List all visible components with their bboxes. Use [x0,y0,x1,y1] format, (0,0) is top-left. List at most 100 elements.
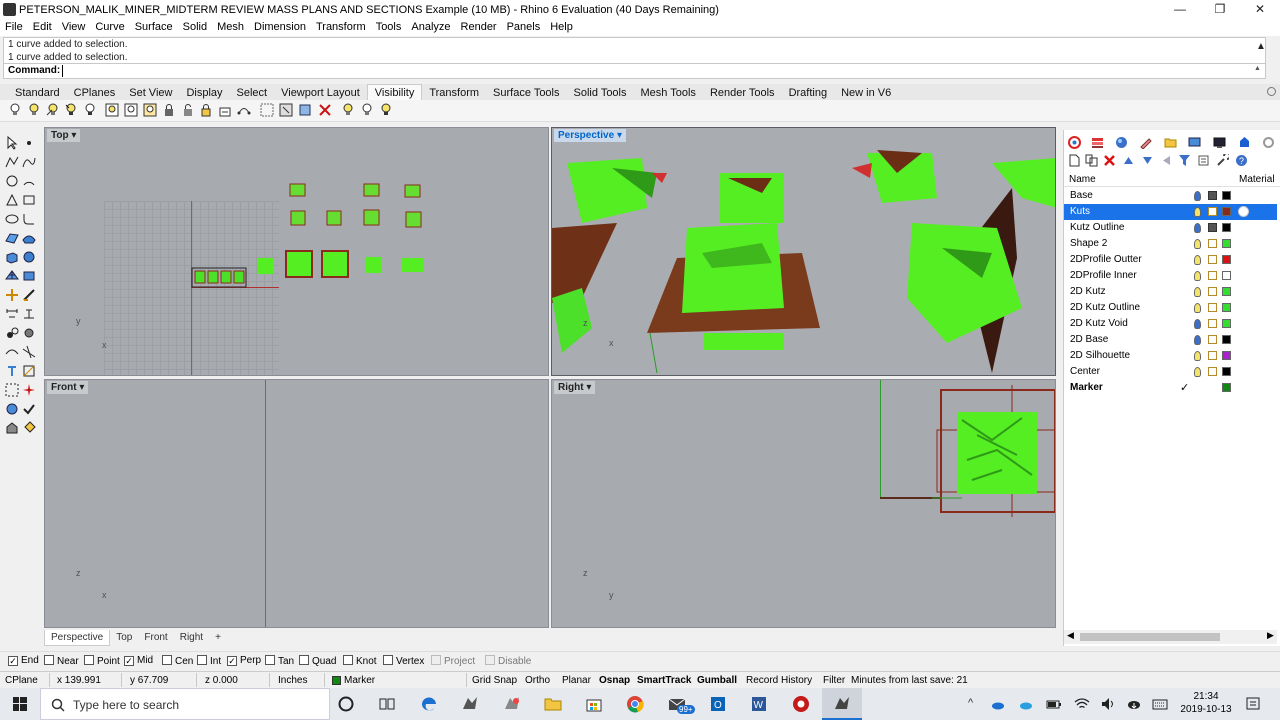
osnap-cen[interactable]: Cen [162,655,193,667]
lock-swap-icon[interactable] [199,103,213,117]
vp-tab-right[interactable]: Right [174,630,209,645]
layer-lock-icon[interactable] [1208,239,1217,248]
viewport-title-front[interactable]: Front ▾ [47,381,89,394]
layer-visibility-bulb-icon[interactable] [1194,367,1201,377]
show-hidden-icons-chevron-icon[interactable]: ^ [968,697,973,709]
battery-icon[interactable] [1046,696,1062,712]
monitor-tab-icon[interactable] [1213,136,1226,149]
boolean-icon[interactable] [22,364,36,378]
folder-tab-icon[interactable] [1164,136,1177,149]
tab-viewport-layout[interactable]: Viewport Layout [274,85,367,101]
show-points-icon[interactable] [279,103,293,117]
checkbox[interactable] [84,655,94,665]
taskbar-search-box[interactable]: Type here to search [40,688,330,720]
smarttrack-toggle[interactable]: SmartTrack [637,675,691,686]
cloud-download-icon[interactable] [1126,696,1142,712]
tab-new-in-v6[interactable]: New in V6 [834,85,898,101]
viewport-right[interactable]: z y Right ▾ [551,379,1056,628]
cortana-icon[interactable] [336,694,356,714]
scroll-down-icon[interactable]: ▲ [1252,65,1263,77]
layers-tab-icon[interactable] [1091,136,1104,149]
help-icon[interactable]: ? [1235,154,1248,167]
layer-visibility-bulb-icon[interactable] [1194,287,1201,297]
layer-row[interactable]: 2D Kutz Outline [1064,300,1277,316]
scroll-left-icon[interactable]: ◀ [1067,630,1074,641]
layer-visibility-bulb-icon[interactable] [1194,207,1201,217]
tab-display[interactable]: Display [179,85,229,101]
checkbox[interactable]: ✓ [124,656,134,666]
windows-start-icon[interactable] [0,688,40,720]
osnap-int[interactable]: Int [197,655,221,667]
menu-mesh[interactable]: Mesh [212,20,249,35]
osnap-mid[interactable]: ✓ Mid [124,655,153,666]
layer-lock-icon[interactable] [1208,351,1217,360]
checkbox[interactable] [265,655,275,665]
layer-tools-wrench-icon[interactable] [1216,154,1229,167]
layer-row[interactable]: Base [1064,188,1277,204]
osnap-near[interactable]: Near [44,655,79,667]
menu-file[interactable]: File [0,20,28,35]
layer-color-swatch[interactable] [1222,271,1231,280]
analyze-icon[interactable] [22,288,36,302]
layer-row[interactable]: Kutz Outline [1064,220,1277,236]
osnap-disable[interactable]: Disable [485,655,531,667]
layer-color-swatch[interactable] [1222,191,1231,200]
close-button[interactable]: ✕ [1240,0,1280,20]
record-history-toggle[interactable]: Record History [746,675,812,686]
layer-lock-icon[interactable] [1208,335,1217,344]
unlock-selected-icon[interactable] [218,103,232,117]
checkbox[interactable] [44,655,54,665]
rhino-app-icon[interactable] [460,694,480,714]
screen-recorder-icon[interactable] [791,694,811,714]
layer-visibility-bulb-icon[interactable] [1194,303,1201,313]
layer-row[interactable]: 2DProfile Outter [1064,252,1277,268]
onedrive-personal-icon[interactable] [1018,696,1034,712]
tab-drafting[interactable]: Drafting [782,85,835,101]
circle-icon[interactable] [5,174,19,188]
rhino-render-icon[interactable] [502,694,522,714]
surface-icon[interactable] [5,231,19,245]
tab-select[interactable]: Select [230,85,275,101]
menu-render[interactable]: Render [456,20,502,35]
layer-lock-icon[interactable] [1208,367,1217,376]
layer-lock-icon[interactable] [1208,287,1217,296]
dimension-icon[interactable] [5,307,19,321]
layer-color-swatch[interactable] [1222,255,1231,264]
layer-row[interactable]: 2D Kutz [1064,284,1277,300]
tab-render-tools[interactable]: Render Tools [703,85,782,101]
layer-visibility-bulb-icon[interactable] [1194,223,1201,233]
menu-tools[interactable]: Tools [371,20,407,35]
osnap-quad[interactable]: Quad [299,655,336,667]
scroll-right-icon[interactable]: ▶ [1267,630,1274,641]
tab-transform[interactable]: Transform [422,85,486,101]
checkbox[interactable] [162,655,172,665]
layer-lock-icon[interactable] [1208,271,1217,280]
vp-tab-top[interactable]: Top [110,630,138,645]
vp-tab-front[interactable]: Front [138,630,173,645]
group-icon[interactable] [5,326,19,340]
layer-list-icon[interactable] [1197,154,1210,167]
toolbar-options-gear-icon[interactable] [1267,87,1276,96]
surface-edit-icon[interactable] [22,231,36,245]
point-icon[interactable] [22,136,36,150]
select-arrow-icon[interactable] [5,136,19,150]
menu-analyze[interactable]: Analyze [406,20,455,35]
units-label[interactable]: Inches [278,675,307,686]
arc-icon[interactable] [22,174,36,188]
checkbox[interactable] [197,655,207,665]
layer-visibility-bulb-icon[interactable] [1194,319,1201,329]
layer-row[interactable]: Shape 2 [1064,236,1277,252]
checkbox[interactable] [431,655,441,665]
chrome-icon[interactable] [625,694,645,714]
cplane-label[interactable]: CPlane [5,675,38,686]
command-history[interactable]: 1 curve added to selection. 1 curve adde… [3,37,1266,64]
menu-curve[interactable]: Curve [90,20,129,35]
transform-icon[interactable] [5,288,19,302]
checkbox[interactable]: ✓ [8,656,18,666]
gumball-toggle[interactable]: Gumball [697,675,737,686]
block-icon[interactable] [22,326,36,340]
layer-visibility-bulb-icon[interactable] [1194,335,1201,345]
viewport-top[interactable]: y x Top ▾ [44,127,549,376]
minimize-button[interactable]: — [1160,0,1200,20]
mesh-tools-icon[interactable] [22,269,36,283]
